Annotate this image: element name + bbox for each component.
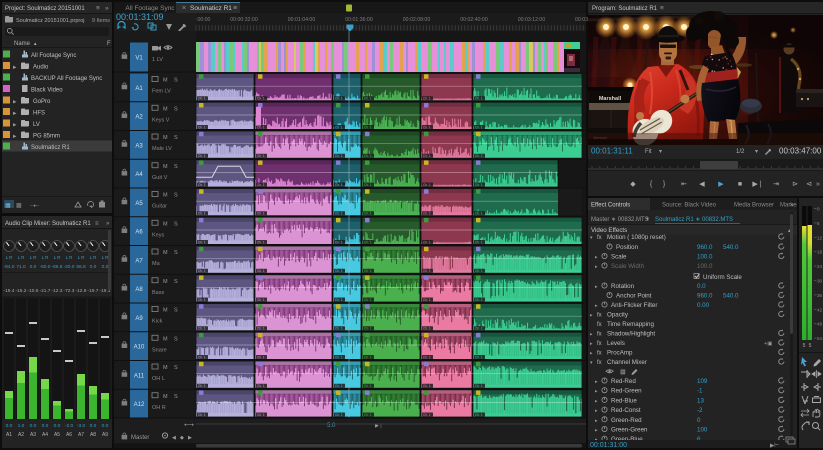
svg-text:ProcAmp: ProcAmp — [607, 350, 633, 357]
svg-text:fx: fx — [597, 235, 602, 241]
svg-text:Rotation: Rotation — [611, 283, 635, 290]
svg-text:1/2: 1/2 — [736, 149, 745, 155]
svg-text:▶: ▶ — [718, 181, 724, 188]
svg-text:Time Remapping: Time Remapping — [607, 321, 654, 328]
svg-text:▦: ▦ — [620, 370, 626, 376]
svg-text:Motion ( 1080p reset): Motion ( 1080p reset) — [607, 234, 666, 241]
svg-text:24: 24 — [817, 264, 823, 269]
svg-text:Green-Green: Green-Green — [611, 427, 648, 434]
svg-text:540.0: 540.0 — [723, 293, 739, 300]
svg-text:fx: fx — [597, 313, 602, 319]
svg-text:Uniform Scale: Uniform Scale — [703, 274, 742, 281]
svg-text:540.0: 540.0 — [723, 244, 739, 251]
svg-text:+▣: +▣ — [764, 341, 773, 347]
svg-text:≡: ≡ — [660, 5, 664, 12]
svg-text:109: 109 — [697, 378, 708, 385]
svg-text:Channel Mixer: Channel Mixer — [607, 359, 647, 366]
svg-text:▾: ▾ — [659, 149, 662, 155]
svg-text:Anchor Point: Anchor Point — [616, 293, 652, 300]
svg-text:fx: fx — [597, 351, 602, 357]
svg-text:Position: Position — [616, 244, 639, 251]
svg-text:Scale Width: Scale Width — [611, 263, 645, 270]
svg-text:▶⊢: ▶⊢ — [770, 442, 779, 449]
svg-text:Marke: Marke — [780, 203, 797, 209]
svg-text:Red-Green: Red-Green — [611, 388, 642, 395]
svg-text:Program: Soulmaticz R1: Program: Soulmaticz R1 — [592, 6, 658, 12]
svg-text:Effect Controls: Effect Controls — [591, 203, 630, 209]
svg-text:fx: fx — [597, 322, 602, 328]
svg-text:Fit: Fit — [645, 149, 652, 155]
svg-text:»: » — [816, 181, 820, 188]
svg-text:fx: fx — [597, 341, 602, 347]
svg-text:12: 12 — [817, 235, 823, 240]
svg-text:Master ∗ 00832.MTS: Master ∗ 00832.MTS — [591, 217, 649, 223]
svg-text:Anti-Flicker Filter: Anti-Flicker Filter — [611, 302, 657, 309]
svg-text:100.0: 100.0 — [697, 263, 713, 270]
svg-text:▶❘: ▶❘ — [752, 180, 763, 188]
svg-text:00:03:47:00: 00:03:47:00 — [779, 147, 822, 156]
svg-text:Levels: Levels — [607, 340, 625, 347]
svg-text:⊲: ⊲ — [806, 181, 812, 188]
svg-text:Red-Const: Red-Const — [611, 407, 641, 414]
svg-text:0.0: 0.0 — [697, 283, 706, 290]
svg-text:5: 5 — [803, 343, 806, 349]
svg-text:Shadow/Highlight: Shadow/Highlight — [607, 331, 655, 338]
svg-text:fx: fx — [597, 360, 602, 366]
svg-text:Green-Red: Green-Red — [611, 417, 642, 424]
svg-text:48: 48 — [817, 322, 823, 327]
svg-text:30: 30 — [817, 279, 823, 284]
svg-text:Video Effects: Video Effects — [591, 227, 627, 234]
svg-text:Marshall: Marshall — [599, 96, 622, 102]
svg-text:0.00: 0.00 — [697, 302, 710, 309]
svg-text:42: 42 — [817, 307, 823, 312]
svg-text:18: 18 — [817, 250, 823, 255]
svg-text:▾: ▾ — [755, 149, 758, 155]
svg-text:00:01:31:11: 00:01:31:11 — [591, 147, 633, 156]
svg-text:36: 36 — [817, 293, 823, 298]
svg-text:5: 5 — [809, 343, 812, 349]
svg-text:0: 0 — [697, 417, 701, 424]
svg-text:Media Browser: Media Browser — [734, 203, 774, 209]
svg-text:960.0: 960.0 — [697, 293, 713, 300]
svg-text:⊳: ⊳ — [792, 181, 798, 188]
svg-text:13: 13 — [697, 397, 704, 404]
svg-text:Red-Blue: Red-Blue — [611, 397, 637, 404]
svg-text:-2: -2 — [697, 407, 703, 414]
svg-text:■: ■ — [738, 181, 742, 188]
svg-text:⇥: ⇥ — [773, 181, 779, 188]
svg-text:▾: ▾ — [646, 217, 649, 223]
svg-text:⇤: ⇤ — [681, 181, 687, 188]
svg-text:100.0: 100.0 — [697, 254, 713, 261]
svg-text:100: 100 — [697, 427, 708, 434]
svg-text:00:01:31:00: 00:01:31:00 — [590, 442, 627, 449]
svg-text:fx: fx — [597, 332, 602, 338]
svg-text:-1: -1 — [697, 388, 703, 395]
svg-text:Scale: Scale — [611, 254, 627, 261]
svg-text:◀: ◀ — [699, 181, 705, 188]
svg-text:»: » — [790, 202, 794, 209]
svg-text:Source: Black Video: Source: Black Video — [662, 203, 717, 209]
svg-text:◆: ◆ — [630, 181, 636, 188]
svg-text:54: 54 — [817, 336, 823, 341]
svg-text:Soulmaticz R1 ∗ 00832.MTS: Soulmaticz R1 ∗ 00832.MTS — [655, 217, 733, 223]
svg-text:Red-Red: Red-Red — [611, 378, 636, 385]
svg-text:Opacity: Opacity — [607, 312, 629, 319]
svg-text:960.0: 960.0 — [697, 244, 713, 251]
